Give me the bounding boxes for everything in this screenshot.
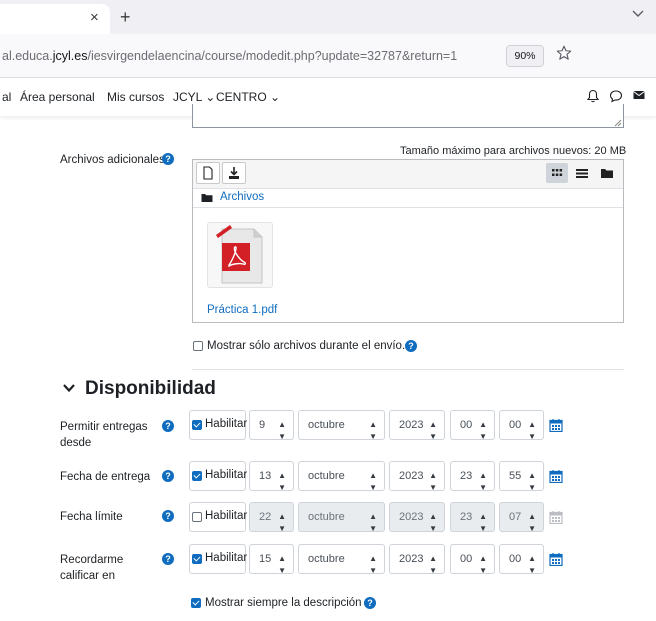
- year-select[interactable]: 2023 ▲ ▼: [389, 410, 445, 441]
- enable-label: Habilitar: [205, 418, 248, 430]
- year-select: 2023 ▲ ▼: [389, 502, 445, 533]
- month-select[interactable]: octubre ▲ ▼: [298, 461, 385, 492]
- enable-checkbox[interactable]: [192, 554, 202, 564]
- file-name-link[interactable]: Práctica 1.pdf: [207, 304, 277, 316]
- pdf-file-thumbnail[interactable]: [207, 222, 273, 288]
- enable-toggle[interactable]: Habilitar: [189, 544, 248, 574]
- help-icon[interactable]: ?: [405, 340, 417, 352]
- hour-select[interactable]: 00 ▲ ▼: [450, 544, 495, 575]
- calendar-icon[interactable]: [549, 469, 563, 483]
- nav-item-area-personal[interactable]: Área personal: [20, 90, 95, 104]
- tab-close-icon[interactable]: ×: [90, 10, 99, 26]
- resize-grip-icon[interactable]: [612, 117, 622, 127]
- bookmark-star-icon[interactable]: [555, 44, 573, 62]
- always-show-description-checkbox[interactable]: [191, 598, 201, 608]
- zoom-indicator[interactable]: 90%: [506, 45, 544, 67]
- enable-checkbox[interactable]: [192, 471, 202, 481]
- new-tab-icon[interactable]: +: [120, 8, 131, 26]
- enable-checkbox[interactable]: [192, 420, 202, 430]
- help-icon[interactable]: ?: [162, 510, 174, 522]
- always-show-description-label[interactable]: Mostrar siempre la descripción: [205, 595, 362, 611]
- download-all-button[interactable]: [222, 162, 246, 184]
- minute-select[interactable]: 00 ▲ ▼: [499, 544, 544, 575]
- max-file-size: Tamaño máximo para archivos nuevos: 20 M…: [400, 145, 627, 157]
- calendar-icon[interactable]: [549, 418, 563, 432]
- enable-toggle[interactable]: Habilitar: [189, 502, 248, 532]
- show-only-files-checkbox[interactable]: [193, 341, 203, 351]
- month-select: octubre ▲ ▼: [298, 502, 385, 533]
- calendar-icon[interactable]: [549, 552, 563, 566]
- hour-select[interactable]: 00 ▲ ▼: [450, 410, 495, 441]
- mail-icon[interactable]: [633, 90, 645, 100]
- nav-item-truncated[interactable]: al: [2, 90, 11, 104]
- help-icon[interactable]: ?: [162, 553, 174, 565]
- files-label: Archivos adicionales: [60, 154, 165, 166]
- minute-select: 07 ▲ ▼: [499, 502, 544, 533]
- grid-icon: [552, 169, 563, 176]
- list-tabs-icon[interactable]: [632, 8, 644, 18]
- description-textarea[interactable]: [192, 104, 624, 128]
- download-icon: [229, 167, 239, 179]
- help-icon[interactable]: ?: [162, 420, 174, 432]
- list-icon: [576, 169, 588, 178]
- view-icons-button[interactable]: [546, 163, 568, 183]
- file-icon: [203, 166, 213, 180]
- date-row-label: Fecha límite: [60, 511, 123, 523]
- date-row-label: Permitir entregas desde: [60, 421, 148, 449]
- year-select[interactable]: 2023 ▲ ▼: [389, 544, 445, 575]
- pdf-icon: [216, 225, 263, 284]
- date-row-label: Fecha de entrega: [60, 471, 151, 483]
- enable-label: Habilitar: [205, 469, 248, 481]
- help-icon[interactable]: ?: [364, 597, 376, 609]
- folder-icon: [201, 194, 213, 202]
- day-select[interactable]: 15 ▲ ▼: [249, 544, 294, 575]
- enable-toggle[interactable]: Habilitar: [189, 410, 248, 440]
- view-tree-button[interactable]: [596, 163, 618, 183]
- enable-toggle[interactable]: Habilitar: [189, 461, 248, 491]
- day-select: 22 ▲ ▼: [249, 502, 294, 533]
- show-only-files-label[interactable]: Mostrar sólo archivos durante el envío.: [207, 338, 405, 354]
- folder-icon: [601, 169, 613, 178]
- help-icon[interactable]: ?: [162, 470, 174, 482]
- messages-chat-icon[interactable]: [609, 89, 623, 103]
- section-divider: [192, 369, 624, 370]
- date-row-label: Recordarme calificar en: [60, 554, 124, 582]
- url-text[interactable]: al.educa.jcyl.es/iesvirgendelaencina/cou…: [2, 49, 457, 63]
- nav-item-mis-cursos[interactable]: Mis cursos: [107, 90, 164, 104]
- calendar-icon: [549, 511, 563, 524]
- hour-select[interactable]: 23 ▲ ▼: [450, 461, 495, 492]
- minute-select[interactable]: 55 ▲ ▼: [499, 461, 544, 492]
- month-select[interactable]: octubre ▲ ▼: [298, 544, 385, 575]
- month-select[interactable]: octubre ▲ ▼: [298, 410, 385, 441]
- section-title-disponibilidad[interactable]: Disponibilidad: [85, 378, 216, 400]
- view-list-button[interactable]: [571, 163, 593, 183]
- minute-select[interactable]: 00 ▲ ▼: [499, 410, 544, 441]
- hour-select: 23 ▲ ▼: [450, 502, 495, 533]
- nav-item-jcyl[interactable]: JCYL ⌄: [173, 90, 215, 104]
- notifications-bell-icon[interactable]: [587, 89, 599, 103]
- enable-label: Habilitar: [205, 510, 248, 522]
- year-select[interactable]: 2023 ▲ ▼: [389, 461, 445, 492]
- day-select[interactable]: 13 ▲ ▼: [249, 461, 294, 492]
- day-select[interactable]: 9 ▲ ▼: [249, 410, 294, 441]
- add-file-button[interactable]: [196, 162, 220, 184]
- enable-checkbox[interactable]: [192, 512, 202, 522]
- folder-archivos-link[interactable]: Archivos: [220, 191, 264, 203]
- enable-label: Habilitar: [205, 552, 248, 564]
- section-collapse-chevron-icon[interactable]: [62, 382, 76, 394]
- help-icon[interactable]: ?: [162, 153, 174, 165]
- nav-item-centro[interactable]: CENTRO ⌄: [216, 90, 280, 104]
